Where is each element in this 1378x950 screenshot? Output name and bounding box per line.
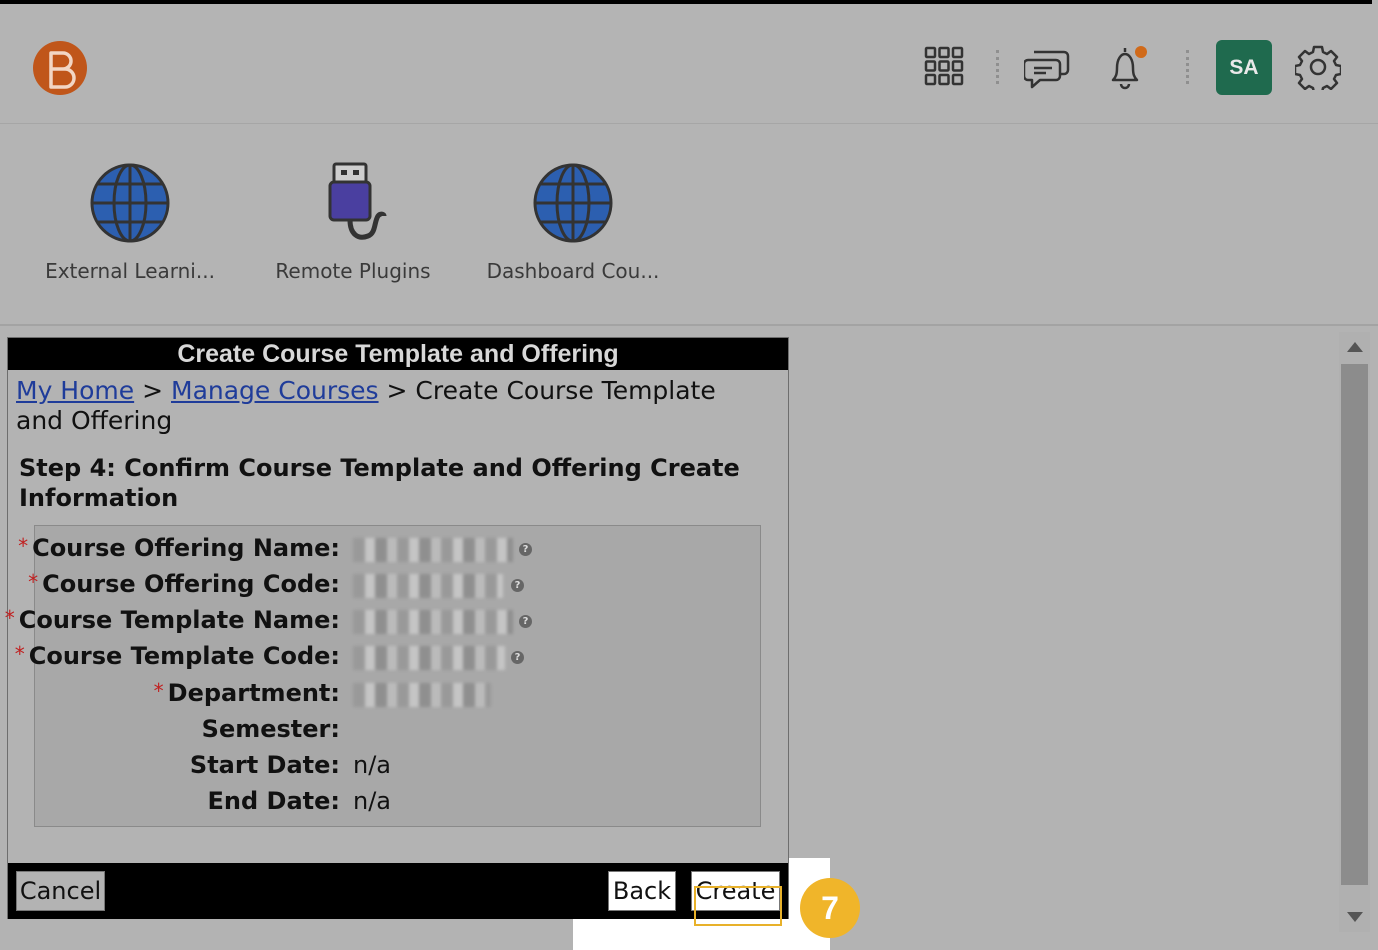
breadcrumb-my-home[interactable]: My Home — [16, 376, 134, 405]
help-icon[interactable]: ? — [511, 579, 524, 592]
breadcrumb-separator: > — [142, 376, 164, 405]
dialog-button-bar: Cancel Back Create — [8, 863, 788, 919]
step-title: Step 4: Confirm Course Template and Offe… — [19, 454, 740, 512]
nav-separator — [1186, 50, 1189, 84]
tile-label: Dashboard Cou... — [486, 259, 660, 283]
field-course-offering-code: * Course Offering Code: ? — [28, 570, 760, 604]
create-button-highlight — [694, 886, 782, 926]
field-label: * Department: — [153, 679, 340, 707]
field-course-template-name: * Course Template Name: ? — [5, 606, 760, 640]
nav-separator — [996, 50, 999, 84]
field-label: Start Date: — [189, 751, 340, 779]
plugin-tiles: External Learni... Remote Plugins Dashbo… — [0, 124, 1378, 326]
confirm-info-box: * Course Offering Name: ? * Course Offerin… — [5, 525, 761, 827]
redacted-value — [353, 538, 513, 562]
field-start-date: Start Date: n/a — [35, 751, 760, 785]
field-course-offering-name: * Course Offering Name: ? — [18, 534, 760, 568]
help-icon[interactable]: ? — [511, 651, 524, 664]
redacted-value — [353, 610, 513, 634]
redacted-value — [353, 683, 491, 707]
gear-icon[interactable] — [1295, 44, 1341, 90]
field-semester: Semester: — [35, 715, 760, 749]
field-label: End Date: — [207, 787, 340, 815]
cancel-button[interactable]: Cancel — [16, 871, 105, 911]
breadcrumb-manage-courses[interactable]: Manage Courses — [171, 376, 379, 405]
globe-icon — [533, 163, 613, 243]
navbar: SA — [0, 4, 1378, 124]
logo-b-icon — [49, 51, 76, 89]
brightspace-logo[interactable] — [33, 41, 87, 95]
chat-icon[interactable] — [1024, 46, 1070, 90]
scroll-thumb[interactable] — [1341, 364, 1368, 885]
step-number-badge: 7 — [800, 878, 860, 938]
field-end-date: End Date: n/a — [35, 787, 760, 821]
field-label: * Course Template Name: — [4, 606, 340, 634]
bell-icon[interactable] — [1105, 44, 1149, 90]
field-value: n/a — [353, 751, 392, 779]
field-department: * Department: — [35, 679, 760, 713]
dialog-title: Create Course Template and Offering — [8, 338, 788, 370]
required-asterisk: * — [18, 534, 29, 558]
usb-plug-icon — [328, 162, 387, 240]
tile-remote-plugins[interactable]: Remote Plugins — [243, 124, 463, 294]
tile-label: External Learni... — [45, 259, 215, 283]
scroll-up-arrow-icon[interactable] — [1339, 332, 1370, 362]
field-label: * Course Template Code: — [14, 642, 340, 670]
field-label: * Course Offering Code: — [28, 570, 340, 598]
waffle-menu-icon[interactable] — [924, 46, 964, 86]
help-icon[interactable]: ? — [519, 543, 532, 556]
scroll-down-arrow-icon[interactable] — [1339, 902, 1370, 932]
breadcrumb-separator: > — [386, 376, 408, 405]
required-asterisk: * — [4, 606, 15, 630]
required-asterisk: * — [14, 642, 25, 666]
notification-dot — [1135, 46, 1147, 58]
help-icon[interactable]: ? — [519, 615, 532, 628]
tile-label: Remote Plugins — [275, 259, 431, 283]
field-label: * Course Offering Name: — [18, 534, 340, 562]
breadcrumb: My Home > Manage Courses > Create Course… — [16, 376, 756, 436]
globe-icon — [90, 163, 170, 243]
tile-dashboard-course[interactable]: Dashboard Cou... — [463, 124, 683, 294]
required-asterisk: * — [28, 570, 39, 594]
field-label: Semester: — [201, 715, 340, 743]
field-course-template-code: * Course Template Code: ? — [15, 642, 760, 676]
field-value: n/a — [353, 787, 392, 815]
tile-external-learning[interactable]: External Learni... — [20, 124, 240, 294]
vertical-scrollbar[interactable] — [1339, 332, 1370, 932]
redacted-value — [353, 646, 505, 670]
redacted-value — [353, 574, 503, 598]
required-asterisk: * — [153, 679, 164, 703]
user-avatar[interactable]: SA — [1216, 40, 1272, 95]
back-button[interactable]: Back — [608, 871, 676, 911]
create-course-dialog: Create Course Template and Offering My H… — [5, 337, 789, 919]
